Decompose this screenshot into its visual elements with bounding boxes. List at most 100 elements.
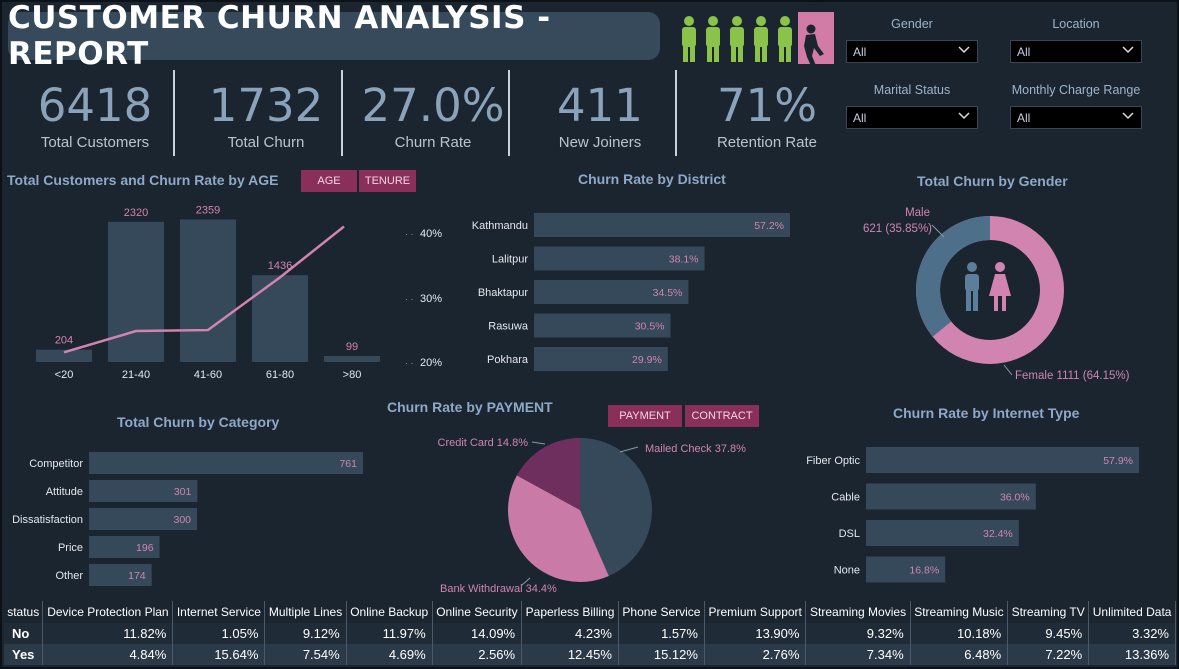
row-header: No: [4, 623, 44, 644]
female-label: Female 1111 (64.15%): [1015, 370, 1130, 382]
male-value-label: 621 (35.85%): [863, 223, 932, 235]
male-icon-leg: [973, 290, 978, 311]
column-header[interactable]: status: [4, 601, 44, 623]
table-row: No 11.82% 1.05% 9.12% 11.97% 14.09% 4.23% 1.57%…: [4, 623, 1176, 644]
axis-tick-label: 30%: [420, 293, 442, 305]
table-cell: 2.56%: [432, 644, 523, 665]
leader-line: [931, 224, 945, 238]
report-title-box: CUSTOMER CHURN ANALYSIS - REPORT: [8, 0, 660, 72]
table-cell: 1.57%: [618, 623, 705, 644]
service-matrix-table: status Device Protection Plan Internet Ser…: [4, 601, 1176, 665]
column-header[interactable]: Paperless Billing: [521, 601, 619, 623]
category-chart-title: Total Churn by Category: [117, 414, 280, 430]
kpi-value: 71%: [716, 79, 818, 132]
table-cell: 14.09%: [432, 623, 523, 644]
category-value-label: 300: [173, 514, 191, 526]
payment-toggle-button[interactable]: PAYMENT: [608, 405, 682, 427]
table-cell: 11.82%: [42, 623, 174, 644]
female-icon-leg: [1002, 295, 1006, 311]
column-header[interactable]: Streaming TV: [1007, 601, 1090, 623]
column-header[interactable]: Streaming Music: [910, 601, 1009, 623]
district-category-label: Kathmandu: [472, 220, 528, 232]
payment-chart-title: Churn Rate by PAYMENT: [387, 399, 553, 415]
table-cell: 4.69%: [346, 644, 433, 665]
table-cell: 3.32%: [1088, 623, 1176, 644]
female-icon: [989, 262, 1011, 311]
district-chart: Kathmandu 57.2% Lalitpur 38.1% Bhaktapur 34.5…: [472, 213, 790, 371]
internet-bar: [866, 447, 1139, 473]
district-value-label: 38.1%: [669, 254, 699, 266]
internet-chart-title: Churn Rate by Internet Type: [893, 405, 1080, 421]
internet-value-label: 57.9%: [1103, 455, 1133, 467]
table-cell: 4.84%: [42, 644, 174, 665]
age-toggle-button[interactable]: AGE: [301, 170, 357, 192]
table-cell: 1.05%: [172, 623, 266, 644]
gender-slicer-label: Gender: [891, 17, 933, 31]
gender-slicer[interactable]: All: [846, 40, 978, 63]
table-cell: 7.34%: [805, 644, 911, 665]
age-category-label: 41-60: [194, 369, 222, 381]
age-value-label: 99: [346, 341, 358, 353]
age-chart: 204<20232021-40235941-60143661-8099>8040…: [36, 204, 442, 381]
charge-slicer-label: Monthly Charge Range: [1011, 83, 1141, 97]
table-cell: 9.32%: [805, 623, 911, 644]
male-label: Male: [905, 207, 930, 219]
kpi-divider: [173, 70, 175, 156]
category-bar: [89, 452, 363, 474]
kpi-churn-rate: 27.0% Churn Rate: [349, 78, 517, 151]
table-header-row: status Device Protection Plan Internet Ser…: [4, 601, 1176, 623]
category-value-label: 196: [136, 542, 154, 554]
table-cell: 7.22%: [1007, 644, 1090, 665]
age-bar: [108, 221, 164, 362]
table-cell: 6.48%: [910, 644, 1009, 665]
kpi-retention-rate: 71% Retention Rate: [683, 78, 851, 151]
table-cell: 7.54%: [264, 644, 347, 665]
age-value-label: 2359: [196, 204, 220, 216]
column-header[interactable]: Phone Service: [618, 601, 705, 623]
male-icon-leg: [966, 290, 971, 311]
age-category-label: 21-40: [122, 369, 150, 381]
leader-line: [1003, 364, 1013, 376]
column-header[interactable]: Online Security: [432, 601, 523, 623]
age-chart-title: Total Customers and Churn Rate by AGE: [7, 172, 279, 188]
male-icon: [965, 262, 979, 311]
column-header[interactable]: Unlimited Data: [1088, 601, 1176, 623]
female-icon-dress: [989, 274, 1011, 296]
table-cell: 12.45%: [521, 644, 619, 665]
column-header[interactable]: Device Protection Plan: [42, 601, 174, 623]
kpi-label: New Joiners: [558, 134, 642, 151]
age-category-label: <20: [55, 369, 74, 381]
charge-slicer[interactable]: All: [1010, 106, 1142, 129]
chevron-down-icon: [1122, 46, 1134, 54]
kpi-label: Retention Rate: [716, 134, 818, 151]
column-header[interactable]: Multiple Lines: [264, 601, 347, 623]
category-value-label: 301: [174, 486, 192, 498]
female-icon-leg: [994, 295, 998, 311]
row-header: Yes: [4, 644, 44, 665]
axis-tick-dots: · ·: [405, 294, 414, 304]
column-header[interactable]: Premium Support: [704, 601, 807, 623]
internet-category-label: Fiber Optic: [806, 455, 860, 467]
gender-slicer-value: All: [853, 45, 867, 59]
kpi-value: 1732: [208, 79, 324, 132]
contract-toggle-button[interactable]: CONTRACT: [685, 405, 759, 427]
location-slicer[interactable]: All: [1010, 40, 1142, 63]
people-churn-icon: [682, 12, 834, 68]
axis-tick-label: 40%: [420, 228, 442, 240]
charge-slicer-value: All: [1017, 111, 1031, 125]
leader-line: [531, 441, 546, 445]
kpi-value: 6418: [37, 79, 153, 132]
tenure-toggle-button[interactable]: TENURE: [359, 170, 416, 192]
district-category-label: Lalitpur: [492, 254, 528, 266]
gender-chart-title: Total Churn by Gender: [917, 173, 1068, 189]
district-chart-title: Churn Rate by District: [578, 171, 726, 187]
column-header[interactable]: Streaming Movies: [805, 601, 911, 623]
district-category-label: Rasuwa: [488, 321, 529, 333]
marital-slicer[interactable]: All: [846, 106, 978, 129]
age-bar: [252, 275, 308, 362]
column-header[interactable]: Online Backup: [346, 601, 433, 623]
district-value-label: 57.2%: [754, 220, 784, 232]
table-cell: 10.18%: [910, 623, 1009, 644]
table-cell: 13.90%: [704, 623, 807, 644]
column-header[interactable]: Internet Service: [172, 601, 266, 623]
